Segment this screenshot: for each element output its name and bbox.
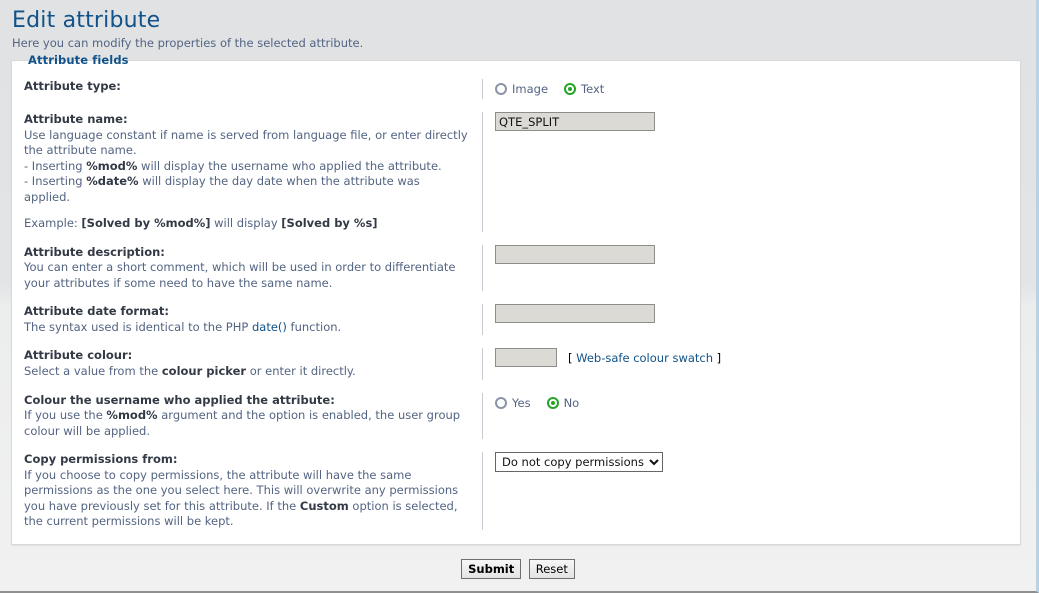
attribute-fields-panel: Attribute fields Attribute type: Image T… [11, 53, 1021, 545]
colour-username-radio-no[interactable]: No [546, 395, 580, 410]
web-safe-colour-swatch: [ Web-safe colour swatch ] [568, 351, 721, 365]
row-attribute-type-right: Image Text [482, 79, 1020, 100]
row-attribute-name: Attribute name: Use language constant if… [12, 112, 1020, 232]
attribute-date-format-input[interactable] [495, 304, 655, 324]
row-attribute-type: Attribute type: Image Text [12, 79, 1020, 100]
row-attribute-colour-right: [ Web-safe colour swatch ] [482, 348, 1020, 380]
attribute-name-desc-2-suffix: will display the username who applied th… [137, 158, 442, 173]
attribute-colour-desc-prefix: Select a value from the [24, 364, 162, 378]
row-attribute-description: Attribute description: You can enter a s… [12, 244, 1020, 292]
attribute-colour-label: Attribute colour: [24, 348, 133, 363]
attribute-colour-desc-suffix: or enter it directly. [246, 364, 356, 378]
colour-username-radio-no-label: No [563, 395, 580, 410]
form-button-bar: Submit Reset [0, 558, 1036, 579]
attribute-date-format-desc-suffix: function. [286, 319, 342, 334]
row-attribute-description-left: Attribute description: You can enter a s… [24, 245, 482, 292]
attribute-name-desc-2: - Inserting %mod% will display the usern… [24, 159, 468, 175]
attribute-name-input[interactable] [495, 112, 655, 132]
attribute-type-radio-group: Image Text [495, 80, 1020, 98]
attribute-date-format-label: Attribute date format: [24, 304, 169, 319]
attribute-name-example-middle: will display [210, 216, 282, 231]
copy-permissions-desc-bold: Custom [299, 498, 349, 513]
attribute-description-label: Attribute description: [24, 244, 165, 259]
attribute-name-example-prefix: Example: [24, 216, 82, 231]
row-attribute-colour-left: Attribute colour: Select a value from th… [24, 348, 482, 379]
attribute-description-input[interactable] [495, 244, 655, 264]
page-subtitle: Here you can modify the properties of th… [12, 36, 364, 51]
row-attribute-date-format-right [482, 304, 1020, 336]
radio-unchecked-icon[interactable] [495, 396, 507, 409]
attribute-type-label: Attribute type: [24, 79, 121, 94]
attribute-name-desc-2-prefix: - Inserting [24, 158, 87, 173]
row-attribute-date-format: Attribute date format: The syntax used i… [12, 304, 1020, 336]
attribute-colour-desc-bold: colour picker [161, 364, 247, 378]
colour-username-radio-yes[interactable]: Yes [495, 396, 531, 410]
row-attribute-type-left: Attribute type: [24, 79, 482, 95]
attribute-name-example-input: [Solved by %mod%] [81, 216, 211, 231]
colour-username-desc: If you use the %mod% argument and the op… [24, 408, 468, 439]
panel-legend: Attribute fields [25, 53, 133, 67]
attribute-name-spacer [24, 205, 468, 216]
attribute-name-example: Example: [Solved by %mod%] will display … [24, 216, 468, 232]
colour-username-desc-code: %mod% [106, 408, 158, 423]
attribute-name-label: Attribute name: [24, 112, 128, 127]
colour-username-label: Colour the username who applied the attr… [24, 392, 335, 407]
swatch-close-bracket: ] [713, 350, 722, 365]
row-attribute-description-right [482, 244, 1020, 292]
reset-button[interactable]: Reset [528, 558, 575, 579]
attribute-type-radio-image[interactable]: Image [495, 82, 548, 96]
attribute-colour-controls: [ Web-safe colour swatch ] [495, 348, 1020, 368]
row-attribute-name-right [482, 112, 1020, 232]
attribute-type-radio-text[interactable]: Text [564, 82, 604, 96]
page-title: Edit attribute [12, 8, 161, 33]
row-colour-username: Colour the username who applied the attr… [12, 392, 1020, 440]
radio-checked-icon[interactable] [546, 396, 559, 409]
attribute-description-desc: You can enter a short comment, which wil… [24, 260, 456, 290]
submit-button[interactable]: Submit [461, 558, 522, 579]
attribute-name-desc-3-prefix: - Inserting [24, 174, 87, 189]
page-container: Edit attribute Here you can modify the p… [0, 0, 1039, 593]
attribute-date-format-desc-prefix: The syntax used is identical to the PHP [24, 319, 252, 334]
attribute-name-desc-3-code: %date% [86, 174, 139, 189]
row-copy-permissions: Copy permissions from: If you choose to … [12, 452, 1020, 530]
page-header: Edit attribute Here you can modify the p… [0, 0, 1036, 50]
row-copy-permissions-right: Do not copy permissions [482, 452, 1020, 530]
copy-permissions-desc: If you choose to copy permissions, the a… [24, 468, 468, 530]
radio-unchecked-icon[interactable] [495, 83, 507, 96]
php-date-function-link[interactable]: date() [252, 320, 287, 334]
row-copy-permissions-left: Copy permissions from: If you choose to … [24, 452, 482, 530]
row-attribute-name-left: Attribute name: Use language constant if… [24, 112, 482, 232]
radio-checked-icon[interactable] [564, 83, 577, 96]
attribute-name-desc-2-code: %mod% [86, 158, 138, 173]
web-safe-colour-swatch-link[interactable]: Web-safe colour swatch [576, 351, 713, 365]
copy-permissions-label: Copy permissions from: [24, 452, 178, 467]
attribute-date-format-desc: The syntax used is identical to the PHP … [24, 320, 468, 336]
copy-permissions-select[interactable]: Do not copy permissions [495, 452, 663, 473]
swatch-open-bracket: [ [568, 350, 577, 365]
attribute-colour-desc: Select a value from the colour picker or… [24, 364, 468, 380]
row-colour-username-right: Yes No [482, 392, 1020, 440]
row-attribute-colour: Attribute colour: Select a value from th… [12, 348, 1020, 380]
attribute-type-radio-image-label: Image [512, 82, 549, 97]
row-colour-username-left: Colour the username who applied the attr… [24, 393, 482, 440]
colour-username-desc-prefix: If you use the [24, 408, 107, 423]
attribute-type-radio-text-label: Text [581, 82, 605, 97]
attribute-name-example-output: [Solved by %s] [281, 216, 378, 231]
row-attribute-date-format-left: Attribute date format: The syntax used i… [24, 304, 482, 335]
colour-username-radio-group: Yes No [495, 394, 1020, 412]
colour-username-radio-yes-label: Yes [512, 395, 531, 410]
attribute-name-desc-3: - Inserting %date% will display the day … [24, 174, 468, 205]
attribute-colour-input[interactable] [495, 348, 557, 368]
attribute-name-desc-1: Use language constant if name is served … [24, 127, 468, 158]
